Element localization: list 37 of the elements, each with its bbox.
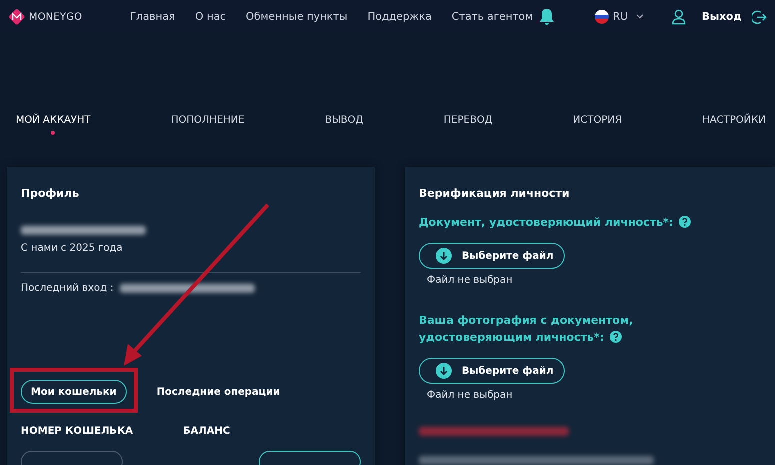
subtab[interactable]: Последние операции	[156, 386, 280, 398]
file-status: Файл не выбран	[427, 390, 514, 401]
nav-link[interactable]: О нас	[195, 11, 226, 23]
choose-file-button[interactable]: Выберите файл	[419, 358, 565, 384]
tab[interactable]: НАСТРОЙКИ	[702, 114, 766, 136]
nav-link[interactable]: Поддержка	[368, 11, 432, 23]
help-icon[interactable]	[679, 216, 692, 228]
field-label: Ваша фотография с документом, удостоверяющим личность*:	[419, 313, 634, 346]
card-title: Верификация личности	[419, 187, 571, 200]
download-icon	[436, 248, 452, 264]
field-label: Документ, удостоверяющий личность*:	[419, 214, 739, 231]
help-icon[interactable]	[610, 331, 622, 343]
last-login-label: Последний вход :	[21, 283, 114, 294]
column-header: НОМЕР КОШЕЛЬКА	[21, 426, 134, 437]
download-icon	[436, 363, 452, 379]
nav-link[interactable]: Обменные пункты	[246, 11, 348, 23]
column-header: БАЛАНС	[183, 426, 230, 437]
nav-link[interactable]: Главная	[130, 11, 176, 23]
user-icon[interactable]	[672, 9, 686, 25]
logout-icon[interactable]	[752, 10, 767, 24]
tab[interactable]: ВЫВОД	[325, 114, 364, 136]
caret-icon	[636, 14, 644, 20]
choose-file-button[interactable]: Выберите файл	[419, 243, 565, 269]
member-since-text: С нами с 2025 года	[21, 243, 124, 254]
language-selector[interactable]: RU	[595, 10, 644, 24]
tab[interactable]: ПЕРЕВОД	[444, 114, 493, 136]
file-status: Файл не выбран	[427, 275, 514, 286]
subtab[interactable]: Мои кошельки	[21, 380, 127, 404]
nav-link[interactable]: Стать агентом	[452, 11, 534, 23]
flag-icon	[595, 10, 610, 24]
logout-link[interactable]: Выход	[702, 11, 742, 23]
bell-icon[interactable]	[539, 8, 556, 26]
tab[interactable]: ИСТОРИЯ	[573, 114, 622, 136]
tab[interactable]: МОЙ АККАУНТ	[16, 114, 91, 136]
logo-text: MONEYGO	[29, 12, 82, 22]
card-title: Профиль	[21, 187, 80, 200]
tab[interactable]: ПОПОЛНЕНИЕ	[171, 114, 245, 136]
